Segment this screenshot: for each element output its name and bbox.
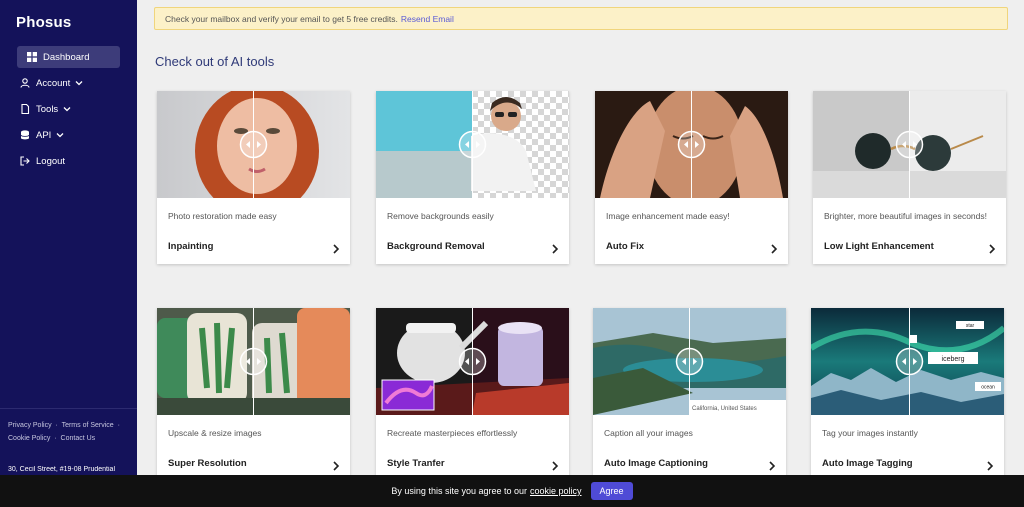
sidebar-item-label: Tools: [36, 103, 59, 115]
contact-link[interactable]: Contact Us: [61, 435, 96, 442]
tool-card-auto-fix[interactable]: Image enhancement made easy! Auto Fix: [595, 91, 788, 264]
chevron-right-icon: [551, 458, 559, 471]
card-description: Photo restoration made easy: [168, 211, 277, 221]
cookie-policy-link[interactable]: Cookie Policy: [8, 435, 50, 442]
sidebar-item-account[interactable]: Account: [17, 72, 120, 94]
tag-iceberg: iceberg: [942, 356, 965, 363]
card-description: Tag your images instantly: [822, 428, 918, 438]
chevron-down-icon: [75, 79, 83, 87]
card-title: Background Removal: [387, 241, 485, 252]
card-description: Remove backgrounds easily: [387, 211, 494, 221]
card-image: [595, 91, 788, 198]
card-description: Caption all your images: [604, 428, 693, 438]
card-description: Brighter, more beautiful images in secon…: [824, 211, 988, 221]
page-title: Check out of AI tools: [155, 54, 275, 69]
logout-icon: [19, 155, 31, 167]
chevron-right-icon: [332, 241, 340, 254]
document-icon: [19, 103, 31, 115]
chevron-down-icon: [63, 105, 71, 113]
agree-button[interactable]: Agree: [590, 482, 633, 500]
logo[interactable]: Phosus: [16, 14, 71, 31]
chevron-right-icon: [986, 458, 994, 471]
card-image: star iceberg ocean: [811, 308, 1004, 415]
sidebar-footer-links: Privacy Policy · Terms of Service · Cook…: [8, 422, 122, 442]
card-image: [376, 308, 569, 415]
sidebar-item-label: Logout: [36, 155, 66, 167]
card-title: Style Tranfer: [387, 458, 445, 469]
cookie-policy-link[interactable]: cookie policy: [530, 486, 582, 496]
chevron-right-icon: [988, 241, 996, 254]
sidebar: Phosus Dashboard Account Tools API Logou…: [0, 0, 137, 507]
sidebar-item-api[interactable]: API: [17, 124, 120, 146]
sidebar-item-label: Dashboard: [43, 51, 90, 63]
cookie-text: By using this site you agree to our: [391, 486, 527, 496]
resend-email-link[interactable]: Resend Email: [401, 14, 454, 24]
chevron-right-icon: [770, 241, 778, 254]
card-title: Auto Image Captioning: [604, 458, 708, 469]
chevron-right-icon: [551, 241, 559, 254]
card-image: [813, 91, 1006, 198]
company-address: 30, Cecil Street, #19-08 Prudential: [8, 466, 116, 473]
card-description: Image enhancement made easy!: [606, 211, 730, 221]
sidebar-item-logout[interactable]: Logout: [17, 150, 120, 172]
card-image: [376, 91, 569, 198]
sidebar-item-label: Account: [36, 77, 71, 89]
card-title: Super Resolution: [168, 458, 247, 469]
card-description: Recreate masterpieces effortlessly: [387, 428, 518, 438]
verify-email-banner: Check your mailbox and verify your email…: [154, 7, 1008, 30]
terms-link[interactable]: Terms of Service: [62, 422, 114, 429]
sidebar-nav: Dashboard Account Tools API Logout: [0, 46, 137, 176]
sidebar-item-label: API: [36, 129, 52, 141]
chevron-right-icon: [768, 458, 776, 471]
tool-card-auto-image-tagging[interactable]: star iceberg ocean Tag your images insta…: [811, 308, 1004, 481]
database-icon: [19, 129, 31, 141]
dashboard-icon: [26, 51, 38, 63]
card-title: Low Light Enhancement: [824, 241, 934, 252]
card-image: [157, 308, 350, 415]
card-title: Auto Fix: [606, 241, 644, 252]
card-title: Inpainting: [168, 241, 214, 252]
tool-card-super-resolution[interactable]: Upscale & resize images Super Resolution: [157, 308, 350, 481]
sidebar-divider: [0, 408, 137, 409]
card-image: California, United States: [593, 308, 786, 415]
sidebar-item-tools[interactable]: Tools: [17, 98, 120, 120]
card-title: Auto Image Tagging: [822, 458, 913, 469]
tool-card-low-light-enhancement[interactable]: Brighter, more beautiful images in secon…: [813, 91, 1006, 264]
card-description: Upscale & resize images: [168, 428, 262, 438]
tag-star: star: [966, 323, 975, 329]
tool-card-style-transfer[interactable]: Recreate masterpieces effortlessly Style…: [376, 308, 569, 481]
user-icon: [19, 77, 31, 89]
banner-text: Check your mailbox and verify your email…: [165, 13, 398, 24]
chevron-down-icon: [56, 131, 64, 139]
cookie-consent-bar: By using this site you agree to our cook…: [0, 475, 1024, 507]
tag-ocean: ocean: [981, 385, 995, 391]
sidebar-item-dashboard[interactable]: Dashboard: [17, 46, 120, 68]
tool-card-inpainting[interactable]: Photo restoration made easy Inpainting: [157, 91, 350, 264]
tool-card-auto-image-captioning[interactable]: California, United States Caption all yo…: [593, 308, 786, 481]
caption-text: California, United States: [692, 406, 757, 412]
card-image: [157, 91, 350, 198]
privacy-policy-link[interactable]: Privacy Policy: [8, 422, 52, 429]
tool-card-background-removal[interactable]: Remove backgrounds easily Background Rem…: [376, 91, 569, 264]
chevron-right-icon: [332, 458, 340, 471]
